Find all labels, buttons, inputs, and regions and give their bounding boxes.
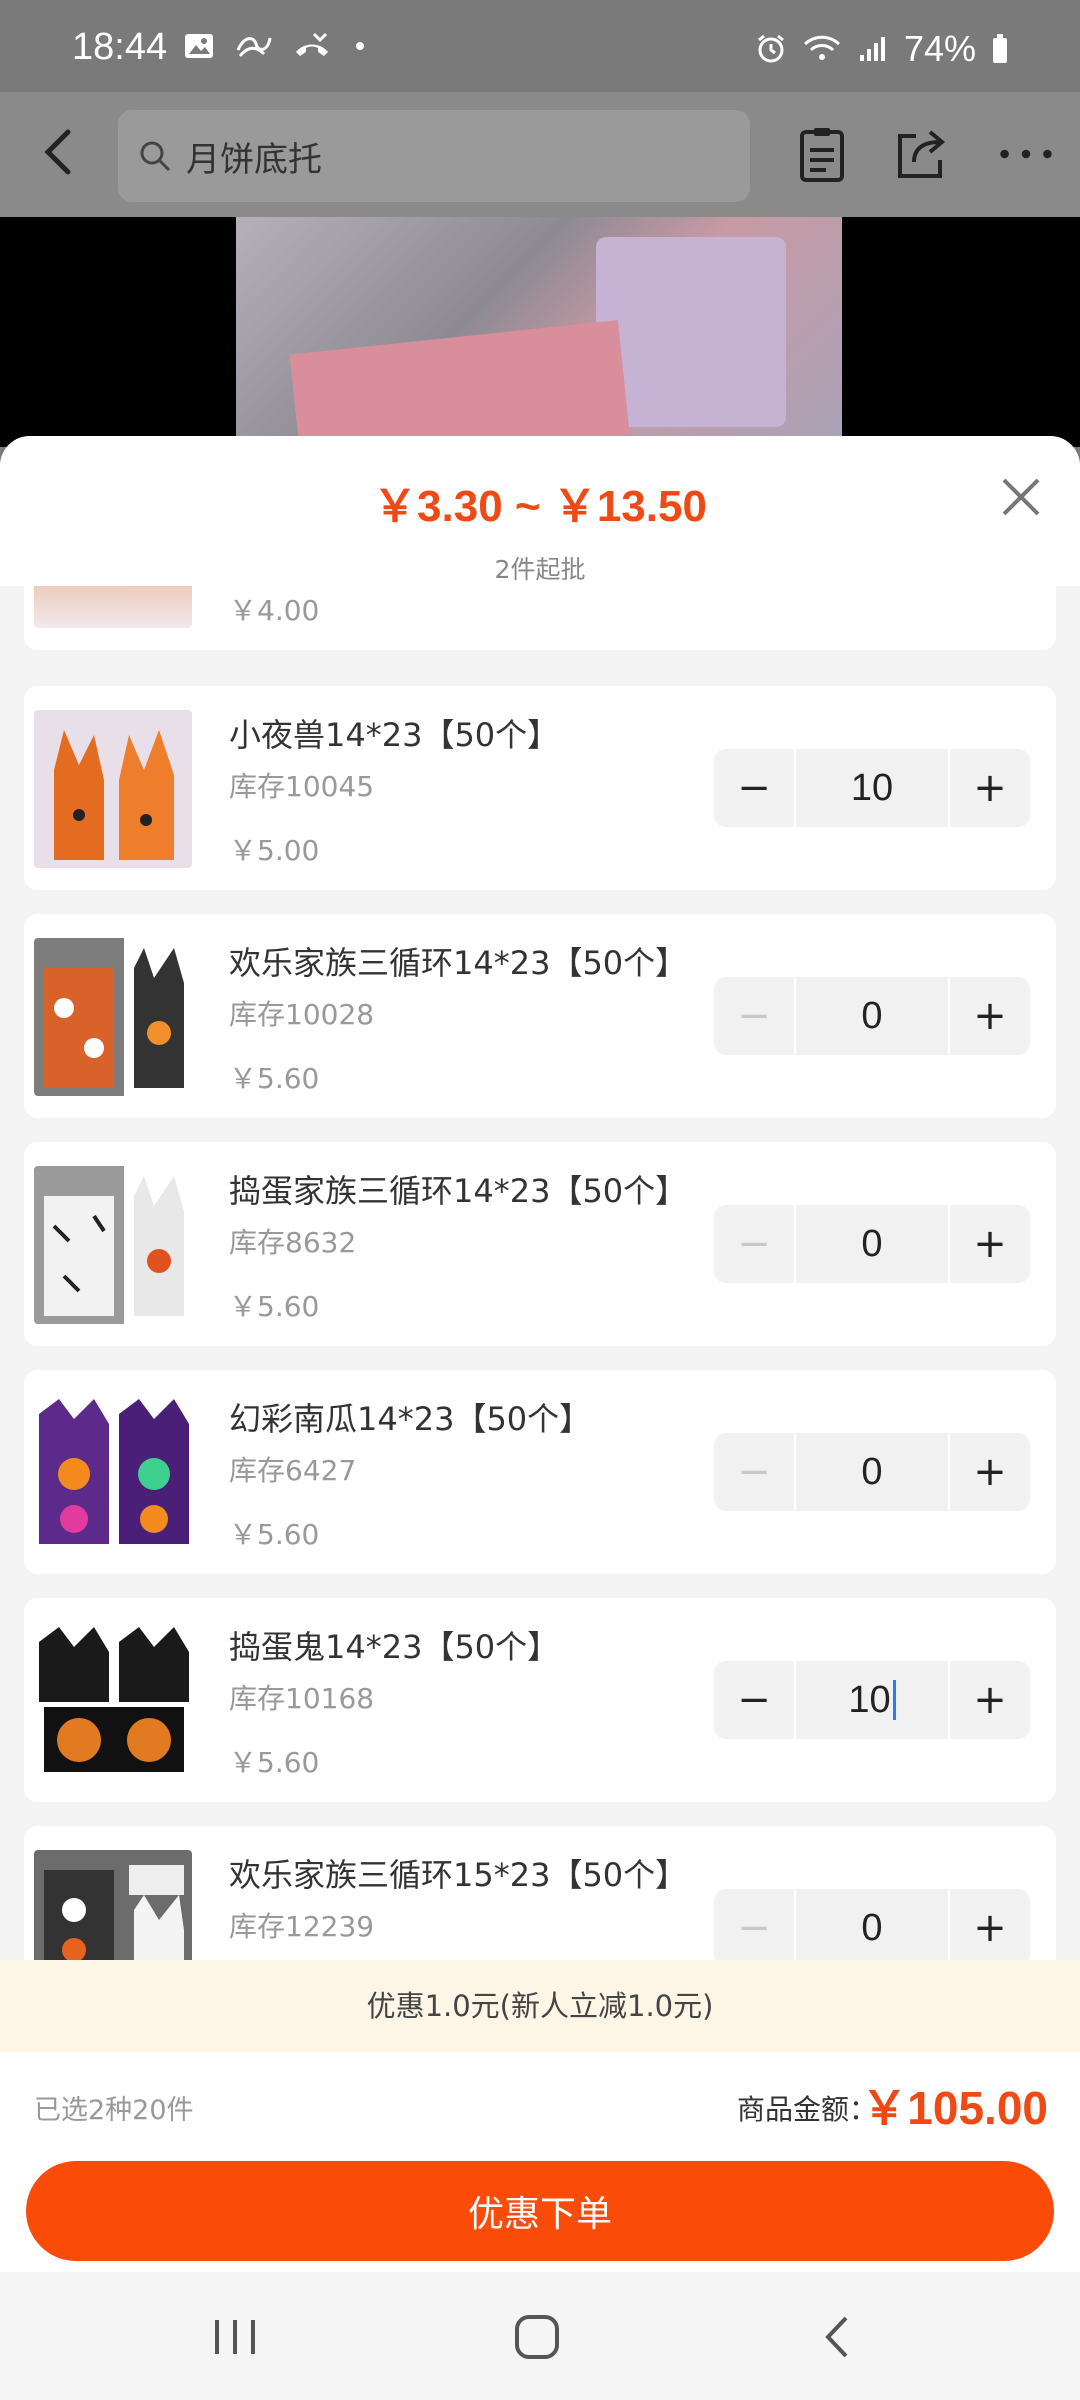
video-frame [236,217,842,494]
quantity-value: 10 [848,1678,891,1721]
quantity-stepper[interactable]: − 0 + [714,1433,1030,1511]
search-input[interactable]: 月饼底托 [118,110,750,202]
increase-button[interactable]: + [950,977,1030,1055]
decrease-button[interactable]: − [714,1205,794,1283]
item-price: ￥5.60 [229,1518,320,1551]
top-bar: 月饼底托 [0,92,1080,217]
back-icon[interactable] [30,122,90,182]
system-nav-bar [0,2272,1080,2400]
product-video[interactable] [0,217,1080,494]
alarm-icon [758,34,784,63]
quantity-stepper[interactable]: − 10 + [714,749,1030,827]
share-icon[interactable] [890,124,950,184]
list-item: ￥4.00 [24,586,1056,650]
product-thumbnail [34,1622,192,1780]
product-thumbnail [34,1166,192,1324]
app-icon [236,37,272,57]
item-name: 捣蛋鬼14*23【50个】 [229,1628,560,1666]
item-stock: 库存6427 [229,1454,357,1487]
missed-call-icon [296,32,328,56]
product-thumbnail [34,586,192,628]
quantity-stepper[interactable]: − 0 + [714,977,1030,1055]
increase-button[interactable]: + [950,749,1030,827]
product-thumbnail [34,710,192,868]
product-thumbnail [34,1394,192,1552]
place-order-button[interactable]: 优惠下单 [26,2161,1054,2261]
quantity-stepper[interactable]: − 10 + [714,1661,1030,1739]
status-bar: 18:44 74% [0,0,1080,92]
list-item: 捣蛋鬼14*23【50个】 库存10168 ￥5.60 − 10 + [24,1598,1056,1802]
recent-apps-icon[interactable] [205,2312,265,2362]
more-icon[interactable] [996,124,1056,184]
quantity-stepper[interactable]: − 0 + [714,1889,1030,1967]
signal-icon [859,37,885,61]
quantity-stepper[interactable]: − 0 + [714,1205,1030,1283]
sheet-header: ￥3.30 ~ ￥13.50 2件起批 [0,436,1080,586]
list-item: 幻彩南瓜14*23【50个】 库存6427 ￥5.60 − 0 + [24,1370,1056,1574]
quantity-input[interactable]: 10 [794,1661,950,1739]
item-stock: 库存10045 [229,770,375,803]
item-name: 幻彩南瓜14*23【50个】 [229,1400,592,1438]
image-icon [185,34,213,58]
list-item: 捣蛋家族三循环14*23【50个】 库存8632 ￥5.60 − 0 + [24,1142,1056,1346]
minimum-order: 2件起批 [494,555,586,584]
increase-button[interactable]: + [950,1205,1030,1283]
total-label: 商品金额： [737,2093,878,2126]
wifi-icon [803,35,840,60]
item-stock: 库存12239 [229,1910,375,1943]
quantity-input[interactable]: 10 [794,749,950,827]
item-name: 欢乐家族三循环15*23【50个】 [229,1856,688,1894]
dot-icon [356,42,364,50]
text-cursor [892,1680,896,1720]
selected-count: 已选2种20件 [34,2095,194,2126]
item-name: 欢乐家族三循环14*23【50个】 [229,944,688,982]
decrease-button[interactable]: − [714,977,794,1055]
battery-percent: 74% [903,28,976,69]
decrease-button[interactable]: − [714,1889,794,1967]
system-icons: 74% [754,28,1010,70]
increase-button[interactable]: + [950,1889,1030,1967]
item-price: ￥4.00 [229,594,320,627]
decrease-button[interactable]: − [714,1433,794,1511]
clipboard-icon[interactable] [792,124,852,184]
item-stock: 库存10028 [229,998,375,1031]
close-icon[interactable] [996,472,1046,522]
item-price: ￥5.60 [229,1290,320,1323]
item-stock: 库存8632 [229,1226,357,1259]
decrease-button[interactable]: − [714,749,794,827]
clock: 18:44 [72,26,168,68]
decrease-button[interactable]: − [714,1661,794,1739]
item-name: 捣蛋家族三循环14*23【50个】 [229,1172,688,1210]
item-name: 小夜兽14*23【50个】 [229,716,560,754]
product-thumbnail [34,938,192,1096]
list-item: 小夜兽14*23【50个】 库存10045 ￥5.00 − 10 + [24,686,1056,890]
search-icon [140,141,171,172]
price-range: ￥3.30 ~ ￥13.50 [373,482,707,531]
quantity-input[interactable]: 0 [794,1433,950,1511]
promo-banner: 优惠1.0元(新人立减1.0元) [0,1960,1080,2052]
quantity-input[interactable]: 0 [794,977,950,1055]
home-icon[interactable] [507,2312,567,2362]
search-query: 月饼底托 [186,139,322,180]
quantity-input[interactable]: 0 [794,1205,950,1283]
item-price: ￥5.00 [229,834,320,867]
increase-button[interactable]: + [950,1661,1030,1739]
item-price: ￥5.60 [229,1062,320,1095]
total-amount: ￥105.00 [861,2082,1048,2134]
increase-button[interactable]: + [950,1433,1030,1511]
back-nav-icon[interactable] [808,2312,868,2362]
quantity-input[interactable]: 0 [794,1889,950,1967]
battery-icon [993,34,1007,63]
item-stock: 库存10168 [229,1682,375,1715]
notification-icons [182,30,370,62]
item-price: ￥5.60 [229,1746,320,1779]
list-item: 欢乐家族三循环14*23【50个】 库存10028 ￥5.60 − 0 + [24,914,1056,1118]
